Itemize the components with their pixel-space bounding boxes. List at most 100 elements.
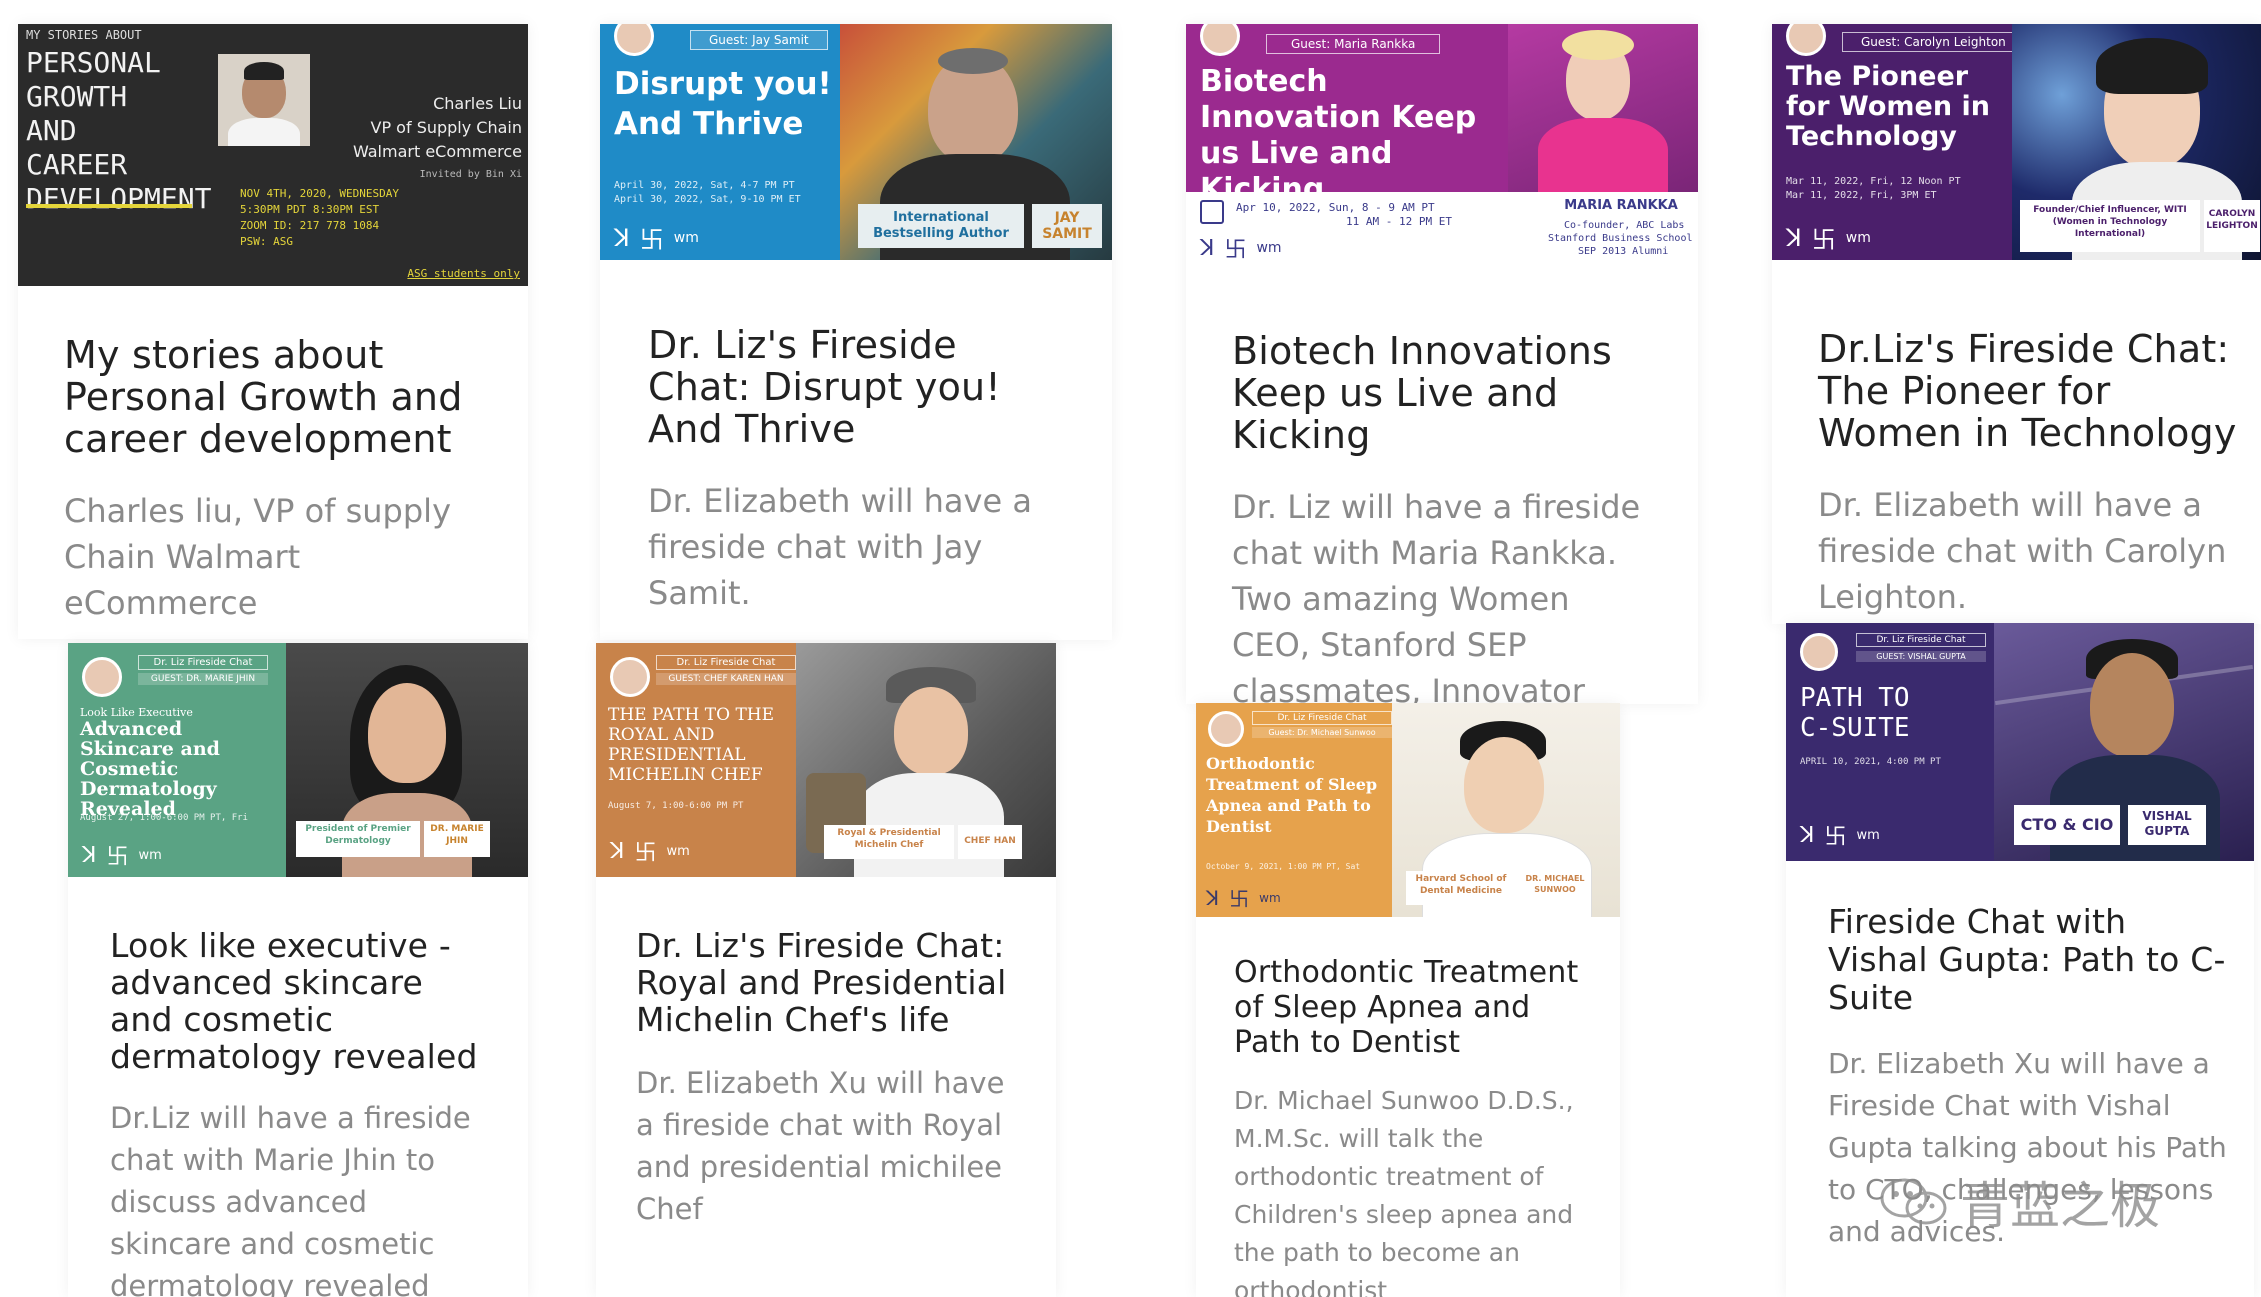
- event-date-2: 11 AM - 12 PM ET: [1346, 215, 1452, 228]
- speaker-name: CAROLYN LEIGHTON: [2204, 200, 2260, 252]
- card-body: Biotech Innovations Keep us Live and Kic…: [1186, 266, 1698, 704]
- card-title[interactable]: Orthodontic Treatment of Sleep Apnea and…: [1234, 955, 1594, 1060]
- card-description: Dr. Elizabeth Xu will have a fireside ch…: [636, 1066, 1005, 1226]
- speaker-tag: Royal & Presidential Michelin Chef: [824, 825, 954, 859]
- banner-title: Biotech Innovation Keep us Live and Kick…: [1200, 64, 1477, 207]
- card-title[interactable]: Dr. Liz's Fireside Chat: Disrupt you! An…: [648, 324, 1066, 450]
- watermark: 青蓝之极: [1878, 1166, 2160, 1238]
- guest-label: Guest: Dr. Michael Sunwoo: [1252, 727, 1392, 738]
- speaker-name: CHEF HAN: [958, 825, 1022, 859]
- wechat-icon: [1880, 1178, 1947, 1225]
- card-title[interactable]: Dr.Liz's Fireside Chat: The Pioneer for …: [1818, 328, 2241, 454]
- speaker-name: JAY SAMIT: [1032, 204, 1102, 248]
- banner-title: Orthodontic Treatment of Sleep Apnea and…: [1206, 754, 1378, 836]
- card-description: Charles liu, VP of supply Chain Walmart …: [64, 492, 451, 622]
- card-title[interactable]: Dr. Liz's Fireside Chat: Royal and Presi…: [636, 927, 1020, 1038]
- banner-title: Disrupt you! And Thrive: [614, 66, 832, 142]
- event-date: Apr 10, 2022, Sun, 8 - 9 AM PT: [1236, 201, 1435, 214]
- org-logos: ꓘ 卐 wm: [610, 838, 690, 867]
- banner-header: Dr. Liz Fireside Chat: [1252, 711, 1392, 725]
- speaker-tag: Founder/Chief Influencer, WITI (Women in…: [2020, 200, 2200, 252]
- event-date-2: April 30, 2022, Sat, 9-10 PM ET: [614, 194, 801, 205]
- card-title[interactable]: My stories about Personal Growth and car…: [64, 334, 482, 460]
- org-logos: ꓘ 卐 wm: [1206, 885, 1281, 912]
- speaker-name: Charles Liu: [433, 94, 522, 113]
- banner-title: PATH TO C-SUITE: [1800, 683, 1910, 743]
- event-date-1: Mar 11, 2022, Fri, 12 Noon PT: [1786, 176, 1961, 187]
- card-body: Dr. Liz's Fireside Chat: Disrupt you! An…: [600, 260, 1112, 616]
- event-card-personal-growth[interactable]: MY STORIES ABOUT PERSONAL GROWTH AND CAR…: [18, 24, 528, 639]
- guest-label: GUEST: DR. MARIE JHIN: [138, 673, 268, 685]
- org-logos: ꓘ 卐 wm: [614, 223, 699, 255]
- host-avatar: [610, 657, 650, 697]
- org-logos: ꓘ 卐 wm: [1800, 822, 1880, 851]
- card-description: Dr.Liz will have a fireside chat with Ma…: [110, 1101, 471, 1297]
- guest-label: Guest: Carolyn Leighton: [1842, 32, 2025, 52]
- event-banner-skincare[interactable]: Dr. Liz Fireside Chat GUEST: DR. MARIE J…: [68, 643, 528, 877]
- banner-title: Advanced Skincare and Cosmetic Dermatolo…: [80, 718, 220, 820]
- event-banner-orthodontic[interactable]: Dr. Liz Fireside Chat Guest: Dr. Michael…: [1196, 703, 1620, 917]
- card-description: Dr. Michael Sunwoo D.D.S., M.M.Sc. will …: [1234, 1086, 1574, 1297]
- speaker-tag: CTO & CIO: [2014, 805, 2120, 845]
- card-description: Dr. Elizabeth will have a fireside chat …: [648, 482, 1032, 612]
- zoom-pwd: PSW: ASG: [240, 235, 293, 248]
- card-title[interactable]: Fireside Chat with Vishal Gupta: Path to…: [1828, 903, 2228, 1017]
- card-body: Orthodontic Treatment of Sleep Apnea and…: [1196, 917, 1620, 1297]
- calendar-icon: [1200, 200, 1224, 224]
- event-card-pioneer-women[interactable]: Guest: Carolyn Leighton The Pioneer for …: [1772, 24, 2261, 624]
- watermark-text: 青蓝之极: [1960, 1177, 2160, 1235]
- host-avatar: [1800, 633, 1838, 671]
- speaker-tag: President of Premier Dermatology: [296, 821, 420, 857]
- org-logos: ꓘ 卐 wm: [1786, 223, 1871, 255]
- banner-title: PERSONAL GROWTH AND CAREER DEVELOPMENT: [26, 46, 212, 215]
- banner-title: THE PATH TO THE ROYAL AND PRESIDENTIAL M…: [608, 705, 775, 785]
- event-date: NOV 4TH, 2020, WEDNESDAY: [240, 187, 399, 200]
- event-card-michelin-chef[interactable]: Dr. Liz Fireside Chat GUEST: CHEF KAREN …: [596, 643, 1056, 1297]
- org-logos: ꓘ 卐 wm: [82, 842, 162, 871]
- card-body: My stories about Personal Growth and car…: [18, 286, 528, 626]
- event-banner-disrupt-you[interactable]: Guest: Jay Samit Disrupt you! And Thrive…: [600, 24, 1112, 260]
- banner-header: Dr. Liz Fireside Chat: [138, 655, 268, 670]
- banner-header: MY STORIES ABOUT: [26, 28, 142, 42]
- guest-label: GUEST: VISHAL GUPTA: [1856, 651, 1986, 662]
- speaker-photo: [218, 54, 310, 146]
- card-description: Dr. Liz will have a fireside chat with M…: [1232, 488, 1641, 704]
- event-card-disrupt-you[interactable]: Guest: Jay Samit Disrupt you! And Thrive…: [600, 24, 1112, 640]
- host-avatar: [1208, 711, 1244, 747]
- card-body: Look like executive - advanced skincare …: [68, 877, 528, 1297]
- audience-note: ASG students only: [407, 267, 520, 280]
- event-banner-personal-growth[interactable]: MY STORIES ABOUT PERSONAL GROWTH AND CAR…: [18, 24, 528, 286]
- speaker-role: VP of Supply Chain: [370, 118, 523, 137]
- card-title[interactable]: Biotech Innovations Keep us Live and Kic…: [1232, 330, 1652, 456]
- event-card-skincare[interactable]: Dr. Liz Fireside Chat GUEST: DR. MARIE J…: [68, 643, 528, 1297]
- event-banner-michelin-chef[interactable]: Dr. Liz Fireside Chat GUEST: CHEF KAREN …: [596, 643, 1056, 877]
- event-banner-pioneer-women[interactable]: Guest: Carolyn Leighton The Pioneer for …: [1772, 24, 2261, 260]
- event-date: APRIL 10, 2021, 4:00 PM PT: [1800, 757, 1941, 767]
- host-avatar: [82, 657, 122, 697]
- event-time: 5:30PM PDT 8:30PM EST: [240, 203, 380, 216]
- speaker-sep: SEP 2013 Alumni: [1578, 246, 1669, 257]
- speaker-name: DR. MICHAEL SUNWOO: [1522, 871, 1588, 905]
- host-avatar: [614, 24, 654, 56]
- event-date-2: Mar 11, 2022, Fri, 3PM ET: [1786, 190, 1937, 201]
- event-date: August 7, 1:00-6:00 PM PT: [608, 801, 744, 811]
- banner-underline: [26, 204, 192, 208]
- card-title[interactable]: Look like executive - advanced skincare …: [110, 927, 488, 1075]
- host-note: Invited by Bin Xi: [419, 169, 522, 180]
- speaker-name: VISHAL GUPTA: [2128, 805, 2206, 845]
- event-banner-vishal-gupta[interactable]: Dr. Liz Fireside Chat GUEST: VISHAL GUPT…: [1786, 623, 2254, 861]
- speaker-name: MARIA RANKKA: [1546, 198, 1696, 214]
- card-body: Dr. Liz's Fireside Chat: Royal and Presi…: [596, 877, 1056, 1230]
- host-avatar: [1786, 24, 1826, 56]
- speaker-tag: International Bestselling Author: [858, 204, 1024, 248]
- zoom-id: ZOOM ID: 217 778 1084: [240, 219, 380, 232]
- event-card-biotech[interactable]: Guest: Maria Rankka Biotech Innovation K…: [1186, 24, 1698, 704]
- event-date-1: April 30, 2022, Sat, 4-7 PM PT: [614, 180, 795, 191]
- guest-label: Guest: Maria Rankka: [1266, 34, 1441, 54]
- event-banner-biotech[interactable]: Guest: Maria Rankka Biotech Innovation K…: [1186, 24, 1698, 266]
- event-card-orthodontic[interactable]: Dr. Liz Fireside Chat Guest: Dr. Michael…: [1196, 703, 1620, 1297]
- org-logos: ꓘ 卐 wm: [1200, 235, 1282, 264]
- speaker-name: DR. MARIE JHIN: [424, 821, 490, 857]
- banner-header: Dr. Liz Fireside Chat: [656, 655, 796, 670]
- banner-title: The Pioneer for Women in Technology: [1786, 61, 1990, 152]
